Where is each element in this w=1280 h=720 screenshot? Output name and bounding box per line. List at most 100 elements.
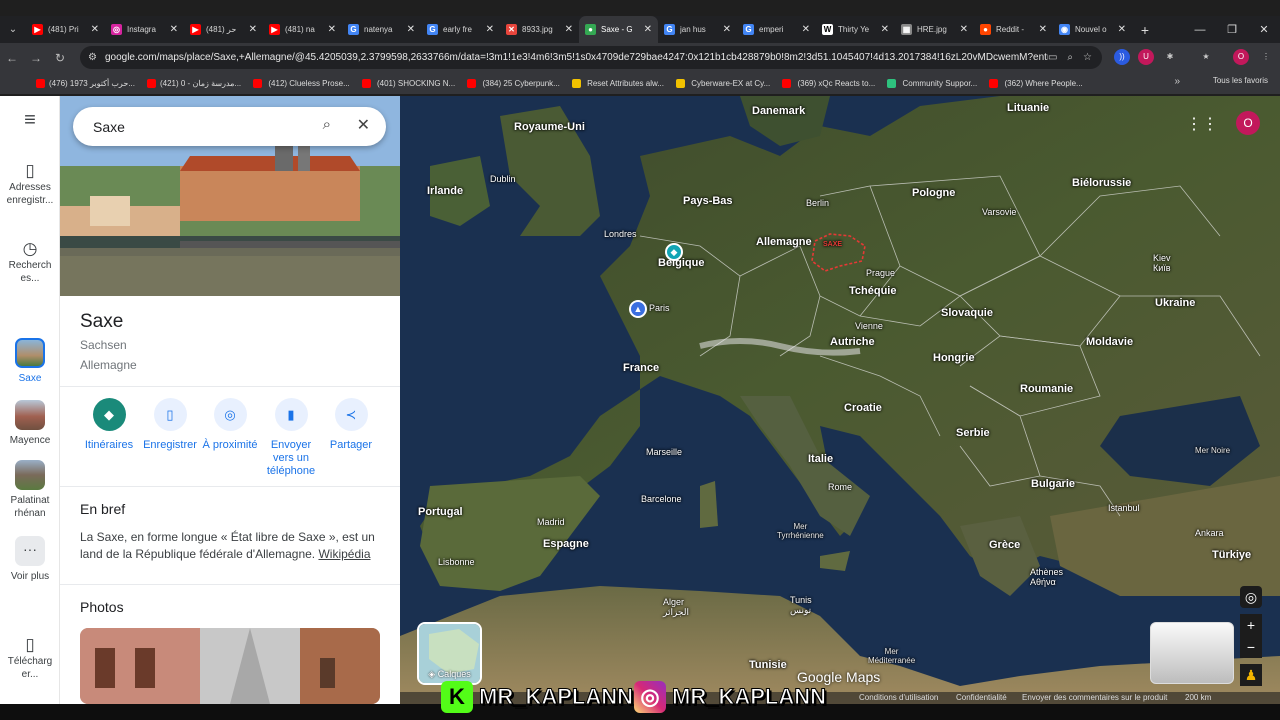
browser-tab[interactable]: ● Saxe - G ✕ xyxy=(579,16,658,43)
country-label[interactable]: Tunisie xyxy=(749,659,787,671)
zoom-icon[interactable]: ⌕ xyxy=(1067,52,1073,63)
terms-link[interactable]: Conditions d'utilisation xyxy=(859,693,938,702)
globe-view-button[interactable] xyxy=(1150,622,1234,684)
maximize-icon[interactable]: ❐ xyxy=(1216,16,1248,43)
rail-history[interactable]: ◷ Recherch es... xyxy=(0,240,60,285)
country-label[interactable]: Türkiye xyxy=(1212,549,1251,561)
action-share[interactable]: ≺ Partager xyxy=(321,398,381,452)
bookmarks-icon[interactable]: ★ xyxy=(1198,49,1214,65)
wikipedia-link[interactable]: Wikipédia xyxy=(318,547,370,561)
close-tab-icon[interactable]: ✕ xyxy=(1118,24,1126,35)
close-tab-icon[interactable]: ✕ xyxy=(249,24,257,35)
city-label[interactable]: Varsovie xyxy=(982,207,1016,217)
browser-tab[interactable]: ◎ Instagra ✕ xyxy=(105,16,184,43)
bookmark-item[interactable]: (384) 25 Cyberpunk... xyxy=(467,78,560,88)
country-label[interactable]: Croatie xyxy=(844,402,882,414)
country-label[interactable]: Grèce xyxy=(989,539,1020,551)
apps-grid-icon[interactable]: ⋮⋮ xyxy=(1186,114,1218,134)
bookmark-item[interactable]: (362) Where People... xyxy=(989,78,1083,88)
bookmark-item[interactable]: (412) Clueless Prose... xyxy=(253,78,350,88)
privacy-link[interactable]: Confidentialité xyxy=(956,693,1007,702)
rail-saved[interactable]: ▯ Adresses enregistr... xyxy=(0,162,60,207)
close-tab-icon[interactable]: ✕ xyxy=(881,24,889,35)
city-label[interactable]: Tunis تونس xyxy=(790,595,812,616)
close-tab-icon[interactable]: ✕ xyxy=(960,24,968,35)
country-label[interactable]: Slovaquie xyxy=(941,307,993,319)
country-label[interactable]: Irlande xyxy=(427,185,463,197)
country-label[interactable]: Espagne xyxy=(543,538,589,550)
close-tab-icon[interactable]: ✕ xyxy=(170,24,178,35)
country-label[interactable]: Serbie xyxy=(956,427,990,439)
new-tab-button[interactable]: + xyxy=(1132,22,1158,38)
browser-tab[interactable]: Gjan hus ✕ xyxy=(658,16,737,43)
profile-avatar[interactable]: O xyxy=(1233,49,1249,65)
city-label[interactable]: Kiev Київ xyxy=(1153,253,1171,273)
scale-label[interactable]: 200 km xyxy=(1185,693,1211,702)
close-tab-icon[interactable]: ✕ xyxy=(1039,24,1047,35)
city-label[interactable]: Vienne xyxy=(855,321,883,331)
browser-tab[interactable]: ✕ 8933.jpg ✕ xyxy=(500,16,579,43)
city-label[interactable]: Dublin xyxy=(490,174,516,184)
bookmark-item[interactable]: Community Suppor... xyxy=(887,78,977,88)
browser-tab[interactable]: ◉ Nouvel o ✕ xyxy=(1053,16,1132,43)
close-tab-icon[interactable]: ✕ xyxy=(486,24,494,35)
bookmark-item[interactable]: (421) مدرسة زمان - 0... xyxy=(146,78,241,88)
rail-recent-mayence[interactable]: Mayence xyxy=(0,400,60,447)
search-box[interactable]: Saxe ⌕ ✕ xyxy=(73,107,386,146)
bookmark-item[interactable]: (401) SHOCKING N... xyxy=(361,78,455,88)
rail-more[interactable]: ··· Voir plus xyxy=(0,536,60,583)
country-label[interactable]: Belgique xyxy=(658,257,704,269)
action-directions[interactable]: ◆ Itinéraires xyxy=(79,398,139,452)
country-label[interactable]: Royaume-Uni xyxy=(514,121,585,133)
close-tab-icon[interactable]: ✕ xyxy=(644,24,652,35)
close-tab-icon[interactable]: ✕ xyxy=(91,24,99,35)
menu-kebab-icon[interactable]: ⋮ xyxy=(1258,49,1274,65)
browser-tab[interactable]: ▶ (481) Pri ✕ xyxy=(26,16,105,43)
menu-hamburger-icon[interactable]: ≡ xyxy=(0,110,60,130)
city-label[interactable]: Lisbonne xyxy=(438,557,475,567)
photo-strip[interactable] xyxy=(80,628,380,704)
layers-button[interactable]: ◈ Calques xyxy=(417,622,482,685)
country-label[interactable]: Roumanie xyxy=(1020,383,1073,395)
rail-recent-saxe[interactable]: Saxe xyxy=(0,338,60,385)
action-send-to-phone[interactable]: ▮ Envoyer vers un téléphone xyxy=(261,398,321,478)
extensions-puzzle-icon[interactable]: ✱ xyxy=(1162,49,1178,65)
close-tab-icon[interactable]: ✕ xyxy=(565,24,573,35)
city-label[interactable]: Londres xyxy=(604,229,637,239)
all-bookmarks-folder[interactable]: Tous les favoris xyxy=(1213,76,1268,85)
country-label[interactable]: Ukraine xyxy=(1155,297,1195,309)
browser-tab[interactable]: ▦ HRE.jpg ✕ xyxy=(895,16,974,43)
bookmark-item[interactable]: (476) حرب أكتوبر 1973... xyxy=(36,78,135,88)
pegman-icon[interactable]: ♟ xyxy=(1240,664,1262,686)
country-label[interactable]: Portugal xyxy=(418,506,463,518)
minimize-icon[interactable]: — xyxy=(1184,16,1216,43)
search-icon[interactable]: ⌕ xyxy=(323,116,331,133)
bookmark-item[interactable]: Reset Attributes alw... xyxy=(571,78,664,88)
close-window-icon[interactable]: ✕ xyxy=(1248,16,1280,43)
city-label[interactable]: Athènes Αθήνα xyxy=(1030,567,1063,587)
city-label[interactable]: Madrid xyxy=(537,517,565,527)
close-tab-icon[interactable]: ✕ xyxy=(328,24,336,35)
address-bar[interactable]: ⚙ google.com/maps/place/Saxe,+Allemagne/… xyxy=(80,46,1102,69)
city-label[interactable]: Alger الجزائر xyxy=(663,597,689,618)
map-canvas[interactable]: Royaume-Uni Irlande Danemark Lituanie Pays-B… xyxy=(400,96,1280,704)
close-tab-icon[interactable]: ✕ xyxy=(723,24,731,35)
city-label[interactable]: Prague xyxy=(866,268,895,278)
zoom-out-button[interactable]: − xyxy=(1240,636,1262,658)
url-text[interactable]: google.com/maps/place/Saxe,+Allemagne/@4… xyxy=(105,52,1048,63)
country-label[interactable]: Pologne xyxy=(912,187,955,199)
feedback-link[interactable]: Envoyer des commentaires sur le produit xyxy=(1022,693,1167,702)
bookmark-item[interactable]: (369) xQc Reacts to... xyxy=(782,78,875,88)
country-label[interactable]: Bulgarie xyxy=(1031,478,1075,490)
country-label[interactable]: Lituanie xyxy=(1007,102,1049,114)
country-label[interactable]: Moldavie xyxy=(1086,336,1133,348)
country-label[interactable]: Italie xyxy=(808,453,833,465)
country-label[interactable]: Hongrie xyxy=(933,352,975,364)
close-tab-icon[interactable]: ✕ xyxy=(802,24,810,35)
action-nearby[interactable]: ◎ À proximité xyxy=(200,398,260,452)
account-avatar[interactable]: O xyxy=(1236,111,1260,135)
bookmark-star-icon[interactable]: ☆ xyxy=(1083,52,1092,63)
bookmark-item[interactable]: Cyberware-EX at Cy... xyxy=(676,78,770,88)
city-label[interactable]: Rome xyxy=(828,482,852,492)
country-label[interactable]: France xyxy=(623,362,659,374)
